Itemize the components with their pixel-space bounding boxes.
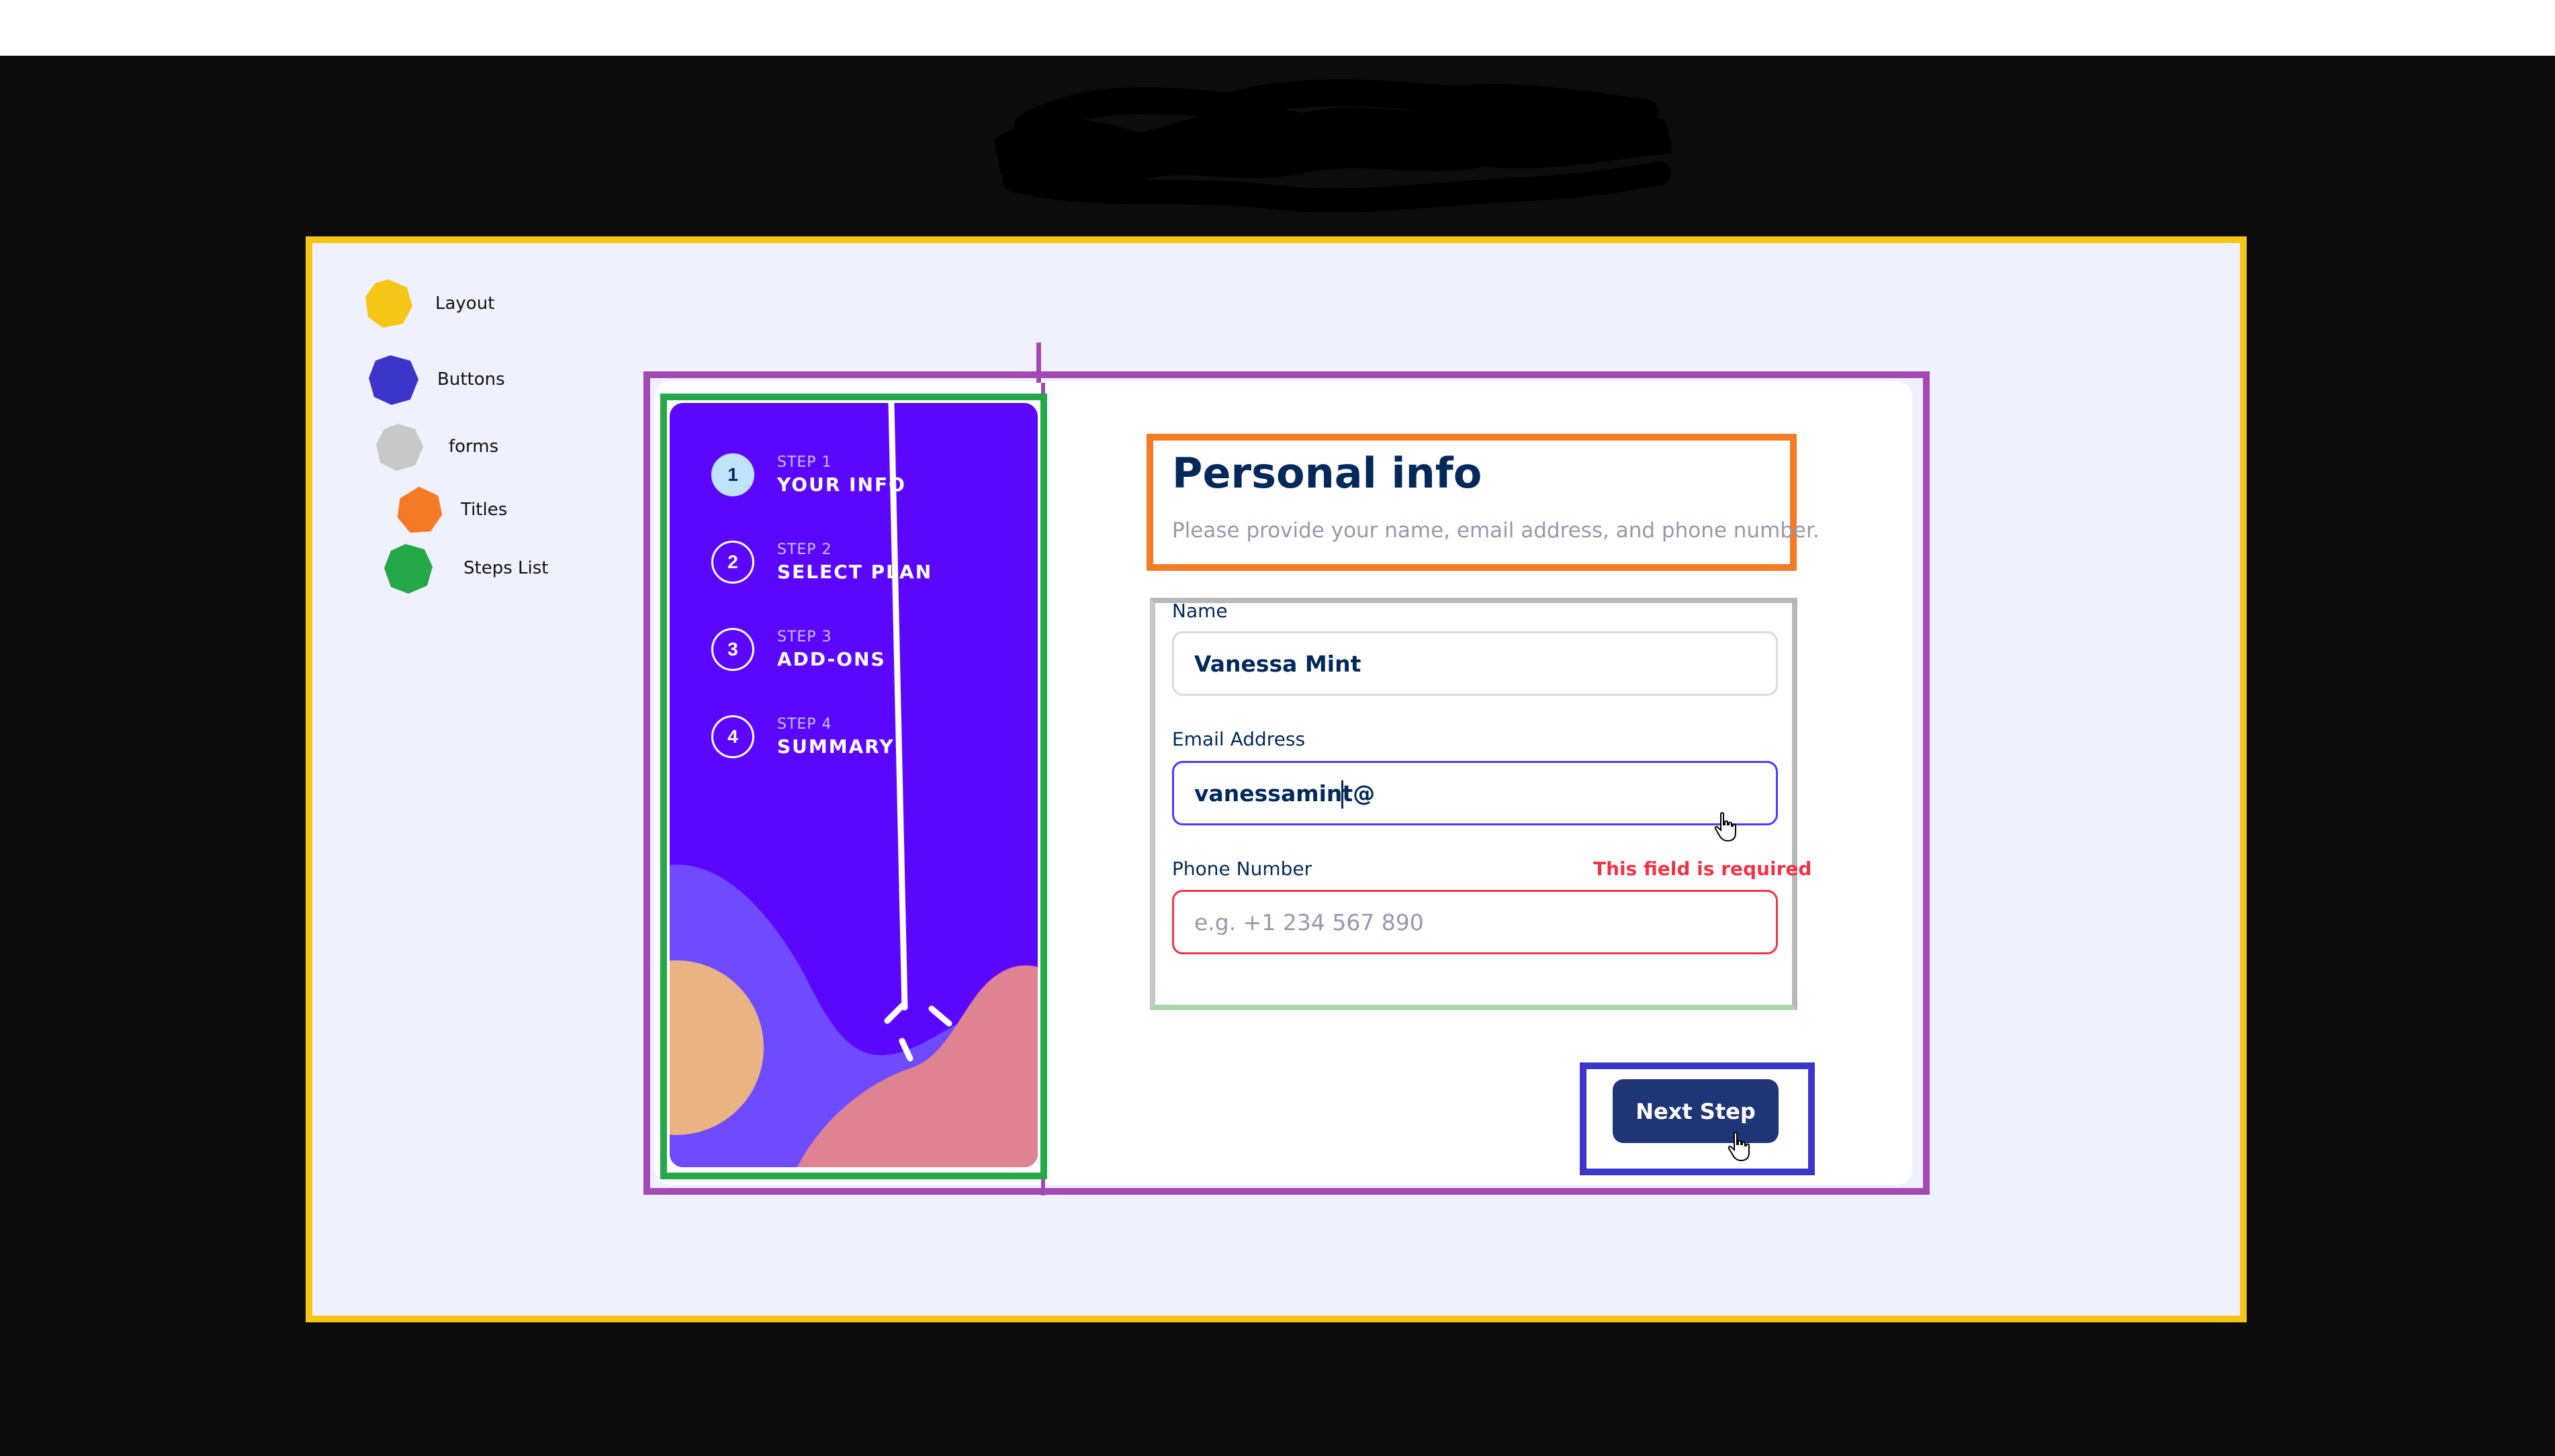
step-number-badge: 2 bbox=[711, 541, 754, 584]
divider-tick bbox=[1036, 343, 1041, 383]
step-label: STEP 1 bbox=[777, 454, 832, 471]
blue-blob-icon bbox=[369, 355, 418, 405]
redaction-scribble bbox=[994, 79, 1672, 213]
orange-blob-icon bbox=[397, 486, 443, 533]
phone-field[interactable] bbox=[1172, 890, 1778, 954]
step-label: STEP 2 bbox=[777, 541, 832, 558]
phone-error-message: This field is required bbox=[1593, 858, 1812, 880]
hand-cursor-icon bbox=[1714, 812, 1736, 842]
text-caret bbox=[1341, 780, 1343, 809]
hand-cursor-icon bbox=[1728, 1132, 1750, 1162]
step-item-4[interactable]: 4 STEP 4 SUMMARY bbox=[711, 715, 895, 758]
legend-label: Steps List bbox=[463, 558, 549, 578]
legend-label: Buttons bbox=[437, 369, 505, 390]
legend-label: forms bbox=[449, 437, 499, 457]
sidebar-decoration bbox=[670, 403, 1038, 1167]
name-label: Name bbox=[1172, 600, 1228, 622]
step-item-1[interactable]: 1 STEP 1 YOUR INFO bbox=[711, 453, 906, 496]
step-item-3[interactable]: 3 STEP 3 ADD-ONS bbox=[711, 628, 886, 671]
legend-label: Layout bbox=[435, 293, 495, 314]
step-title: SELECT PLAN bbox=[777, 561, 933, 583]
yellow-blob-icon bbox=[365, 279, 412, 328]
step-number-badge: 4 bbox=[711, 715, 754, 758]
step-item-2[interactable]: 2 STEP 2 SELECT PLAN bbox=[711, 541, 932, 584]
step-title: YOUR INFO bbox=[777, 473, 906, 496]
top-strip bbox=[0, 0, 2555, 56]
email-field[interactable] bbox=[1172, 761, 1778, 825]
phone-label: Phone Number bbox=[1172, 858, 1312, 880]
step-title: SUMMARY bbox=[777, 735, 895, 758]
legend-item-titles: Titles bbox=[394, 484, 507, 535]
steps-sidebar: 1 STEP 1 YOUR INFO 2 STEP 2 SELECT PLAN … bbox=[670, 403, 1038, 1167]
name-field[interactable] bbox=[1172, 631, 1778, 696]
step-label: STEP 4 bbox=[777, 716, 832, 733]
legend-item-steps-list: Steps List bbox=[382, 541, 548, 595]
email-label: Email Address bbox=[1172, 728, 1306, 750]
legend-item-layout: Layout bbox=[361, 277, 494, 330]
next-step-button[interactable]: Next Step bbox=[1613, 1079, 1779, 1143]
legend-item-forms: forms bbox=[372, 420, 498, 473]
green-blob-icon bbox=[384, 544, 433, 594]
step-number-badge: 3 bbox=[711, 628, 754, 671]
legend-label: Titles bbox=[461, 500, 508, 520]
step-title: ADD-ONS bbox=[777, 648, 886, 670]
step-label: STEP 3 bbox=[777, 629, 832, 645]
page-title: Personal info bbox=[1172, 449, 1482, 498]
gray-blob-icon bbox=[376, 424, 423, 471]
step-number-badge: 1 bbox=[711, 453, 754, 496]
page-subtitle: Please provide your name, email address,… bbox=[1172, 518, 1820, 543]
legend-item-buttons: Buttons bbox=[366, 353, 505, 406]
